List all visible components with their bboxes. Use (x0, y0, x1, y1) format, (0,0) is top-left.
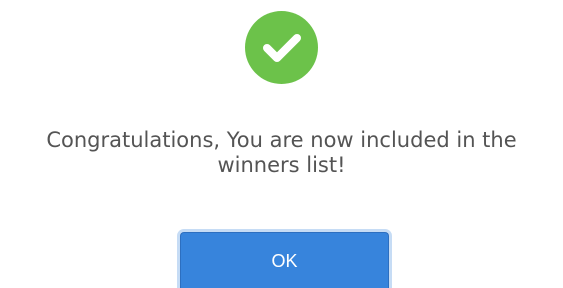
success-message: Congratulations, You are now included in… (0, 128, 563, 178)
success-dialog: Congratulations, You are now included in… (0, 0, 563, 288)
success-message-line-1: Congratulations, You are now included in… (46, 128, 517, 152)
ok-button[interactable]: OK (180, 232, 389, 288)
success-message-line-2: winners list! (217, 153, 346, 177)
check-circle-icon (245, 11, 318, 84)
